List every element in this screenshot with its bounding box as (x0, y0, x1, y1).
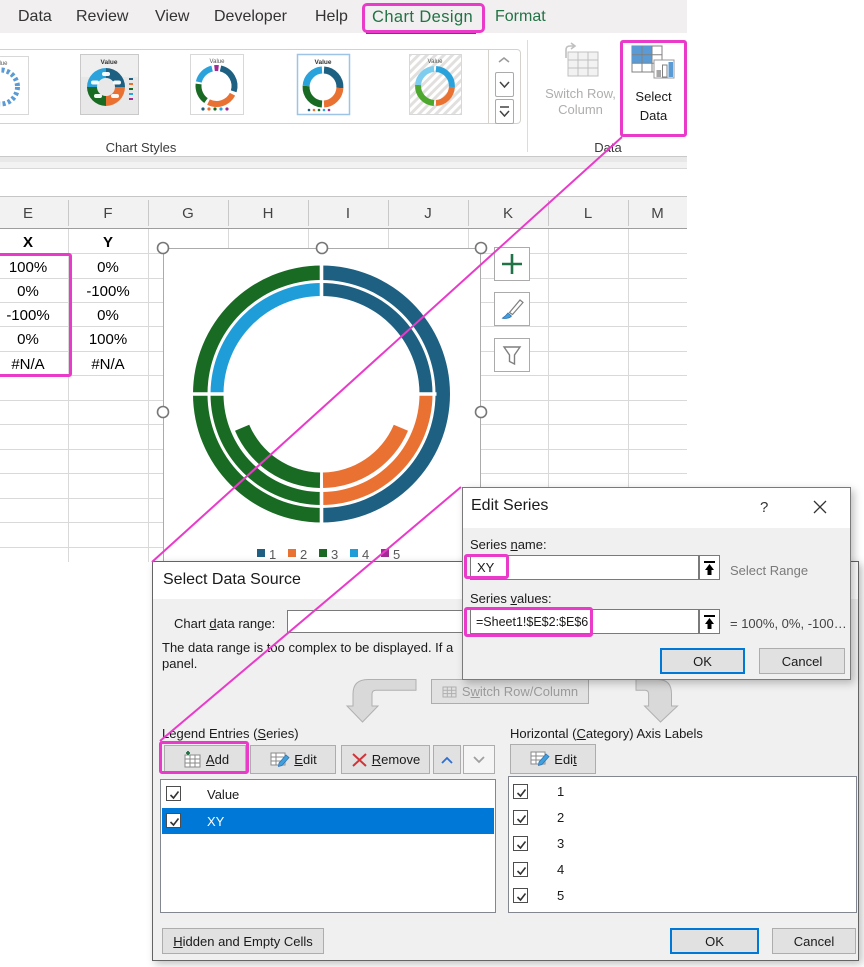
svg-text:4: 4 (362, 547, 369, 562)
svg-text:5: 5 (393, 547, 400, 562)
svg-text:2: 2 (300, 547, 307, 562)
svg-text:3: 3 (331, 547, 338, 562)
svg-text:1: 1 (269, 547, 276, 562)
